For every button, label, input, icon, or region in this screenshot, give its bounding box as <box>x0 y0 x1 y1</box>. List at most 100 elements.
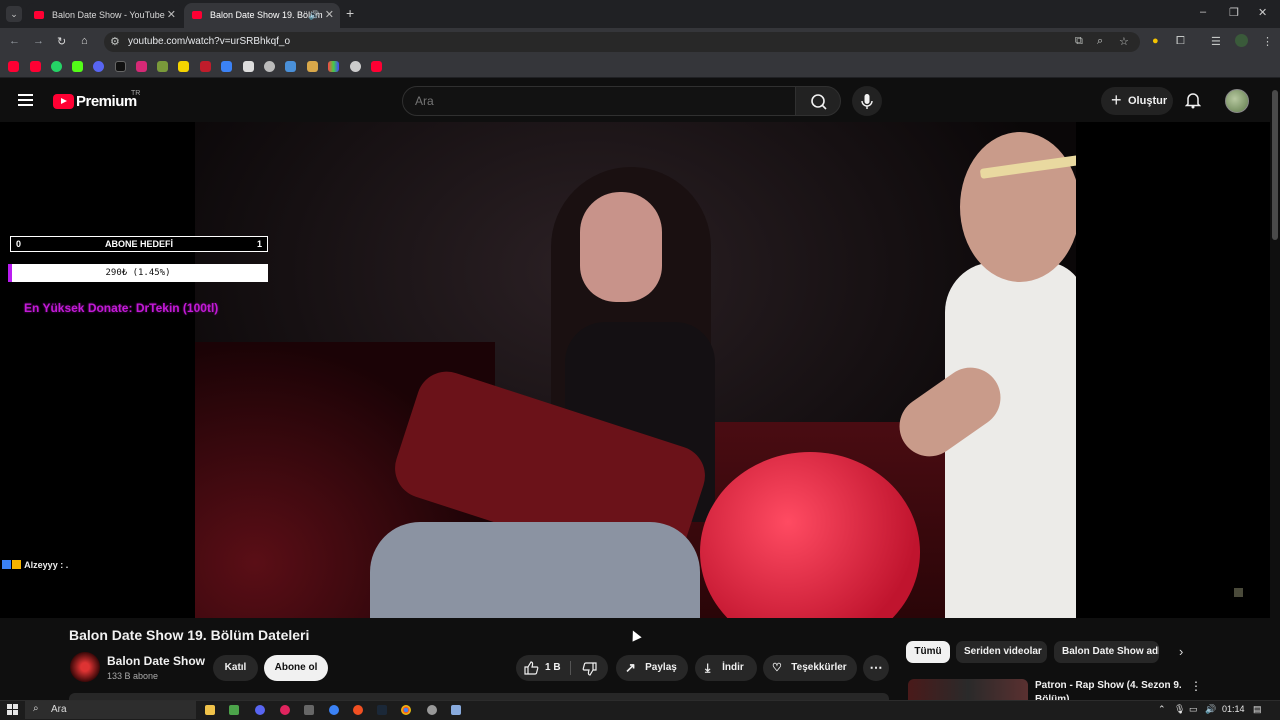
tab-search-dropdown-icon[interactable]: ⌄ <box>6 6 22 22</box>
thanks-button[interactable]: ♡ Teşekkürler <box>763 655 857 681</box>
like-count[interactable]: 1 B <box>545 662 561 673</box>
download-label: İndir <box>722 662 744 673</box>
notification-center-icon[interactable]: ▤ <box>1253 704 1262 715</box>
home-icon[interactable]: ⌂ <box>81 35 88 47</box>
zoom-icon[interactable]: ⌕ <box>1097 35 1103 48</box>
tray-clock[interactable]: 01:14 <box>1222 704 1245 714</box>
video-frame[interactable] <box>195 122 1076 618</box>
bookmark-youtube-3-icon[interactable] <box>371 61 382 72</box>
taskbar-blue-app-icon[interactable] <box>329 705 339 715</box>
subscribe-button[interactable]: Abone ol <box>264 655 328 681</box>
taskbar-red-app-icon[interactable] <box>280 705 290 715</box>
browser-menu-icon[interactable]: ⋮ <box>1262 35 1273 48</box>
youtube-favicon-icon <box>34 11 44 19</box>
extension-icon[interactable]: ● <box>1152 35 1159 47</box>
minimize-icon[interactable]: – <box>1200 6 1206 18</box>
extensions-puzzle-icon[interactable]: ⧠ <box>1176 35 1185 48</box>
bookmark-kick-icon[interactable] <box>72 61 83 72</box>
chip-channel[interactable]: Balon Date Show adlı <box>1054 641 1159 663</box>
bookmark-grid-icon[interactable] <box>328 61 339 72</box>
steam-taskbar-icon[interactable] <box>377 705 387 715</box>
video-man-shirt <box>945 262 1076 618</box>
bookmark-gear-icon[interactable] <box>264 61 275 72</box>
tray-mic-icon[interactable]: 🎙 <box>1174 704 1185 715</box>
window-close-icon[interactable]: ✕ <box>1258 6 1267 19</box>
profile-avatar[interactable] <box>1235 34 1248 47</box>
tab-audio-icon[interactable]: 🔊 <box>309 3 320 28</box>
discord-taskbar-icon[interactable] <box>255 705 265 715</box>
youtube-logo-icon[interactable] <box>53 94 74 109</box>
browser-tab-1[interactable]: Balon Date Show - YouTube ✕ <box>26 3 182 28</box>
close-tab-icon[interactable]: ✕ <box>325 3 334 28</box>
taskbar-obs-icon[interactable] <box>427 705 437 715</box>
taskbar-orange-app-icon[interactable] <box>353 705 363 715</box>
account-avatar[interactable] <box>1225 89 1249 113</box>
share-button[interactable]: ↗ Paylaş <box>616 655 688 681</box>
bookmark-site-icon[interactable] <box>157 61 168 72</box>
video-player[interactable] <box>0 122 1270 618</box>
chip-series[interactable]: Seriden videolar <box>956 641 1047 663</box>
chevron-right-icon[interactable]: › <box>1179 644 1183 659</box>
recommendation-thumbnail[interactable] <box>908 679 1028 701</box>
file-explorer-icon[interactable] <box>205 705 215 715</box>
taskbar-app-icon[interactable] <box>229 705 239 715</box>
more-actions-icon[interactable]: ⋯ <box>863 655 889 681</box>
channel-avatar[interactable] <box>70 652 100 682</box>
bookmark-globe-icon[interactable] <box>350 61 361 72</box>
bookmark-s-icon[interactable] <box>178 61 189 72</box>
bookmark-star-icon[interactable]: ☆ <box>1119 35 1129 48</box>
bookmark-x-icon[interactable] <box>115 61 126 72</box>
dislike-icon[interactable] <box>582 662 597 676</box>
bookmark-diamond-icon[interactable] <box>243 61 254 72</box>
chip-all[interactable]: Tümü <box>906 641 950 663</box>
restore-icon[interactable]: ❐ <box>1229 6 1239 19</box>
notifications-bell-icon[interactable] <box>1185 91 1201 109</box>
taskbar-misc-app-icon[interactable] <box>451 705 461 715</box>
back-icon[interactable]: ← <box>9 35 20 47</box>
bookmark-chart-icon[interactable] <box>285 61 296 72</box>
mouse-cursor-icon <box>628 628 642 642</box>
bookmark-whatsapp-icon[interactable] <box>51 61 62 72</box>
forward-icon[interactable]: → <box>33 35 44 47</box>
tray-volume-icon[interactable]: 🔊 <box>1205 704 1216 715</box>
taskbar-grid-app-icon[interactable] <box>304 705 314 715</box>
bookmarks-bar <box>0 56 1280 78</box>
search-button[interactable] <box>795 86 841 116</box>
url-text[interactable]: youtube.com/watch?v=urSRBhkqf_o <box>128 36 290 47</box>
download-button[interactable]: ⤓ İndir <box>695 655 757 681</box>
subscriber-count: 133 B abone <box>107 671 159 681</box>
youtube-premium-logo[interactable]: Premium <box>76 93 137 110</box>
reload-icon[interactable]: ↻ <box>57 35 66 48</box>
page-scrollbar-thumb[interactable] <box>1272 90 1278 240</box>
new-tab-button[interactable]: + <box>346 5 354 21</box>
hamburger-menu-icon[interactable] <box>18 94 33 106</box>
tray-chevron-icon[interactable]: ⌃ <box>1158 704 1166 715</box>
browser-tab-2[interactable]: Balon Date Show 19. Bölüm 🔊 ✕ <box>184 3 340 28</box>
site-info-icon[interactable]: ⚙ <box>110 35 120 48</box>
microphone-icon <box>861 94 873 109</box>
video-man-head <box>960 132 1076 282</box>
bookmark-orange-icon[interactable] <box>307 61 318 72</box>
taskbar-search-icon: ⌕ <box>33 703 39 714</box>
tray-network-icon[interactable]: ▭ <box>1189 704 1198 715</box>
tab-menu-icon[interactable]: ☰ <box>1211 35 1221 48</box>
windows-start-icon[interactable] <box>7 704 18 715</box>
goal-progress-fill <box>8 264 12 282</box>
bookmark-red-icon[interactable] <box>200 61 211 72</box>
chrome-taskbar-icon[interactable] <box>401 705 411 715</box>
channel-name[interactable]: Balon Date Show <box>107 654 205 668</box>
bookmark-youtube-icon[interactable] <box>8 61 19 72</box>
bookmark-instagram-icon[interactable] <box>136 61 147 72</box>
like-icon[interactable] <box>524 661 539 675</box>
join-button[interactable]: Katıl <box>213 655 258 681</box>
close-tab-icon[interactable]: ✕ <box>167 3 176 28</box>
create-button[interactable]: Oluştur <box>1101 86 1173 115</box>
recommendation-more-icon[interactable]: ⋮ <box>1190 679 1202 693</box>
install-app-icon[interactable]: ⧉ <box>1075 35 1083 48</box>
bookmark-youtube-2-icon[interactable] <box>30 61 41 72</box>
voice-search-button[interactable] <box>852 86 882 116</box>
bookmark-discord-icon[interactable] <box>93 61 104 72</box>
taskbar-search[interactable]: Ara <box>25 701 196 719</box>
bookmark-blue-icon[interactable] <box>221 61 232 72</box>
search-input[interactable] <box>402 86 796 116</box>
